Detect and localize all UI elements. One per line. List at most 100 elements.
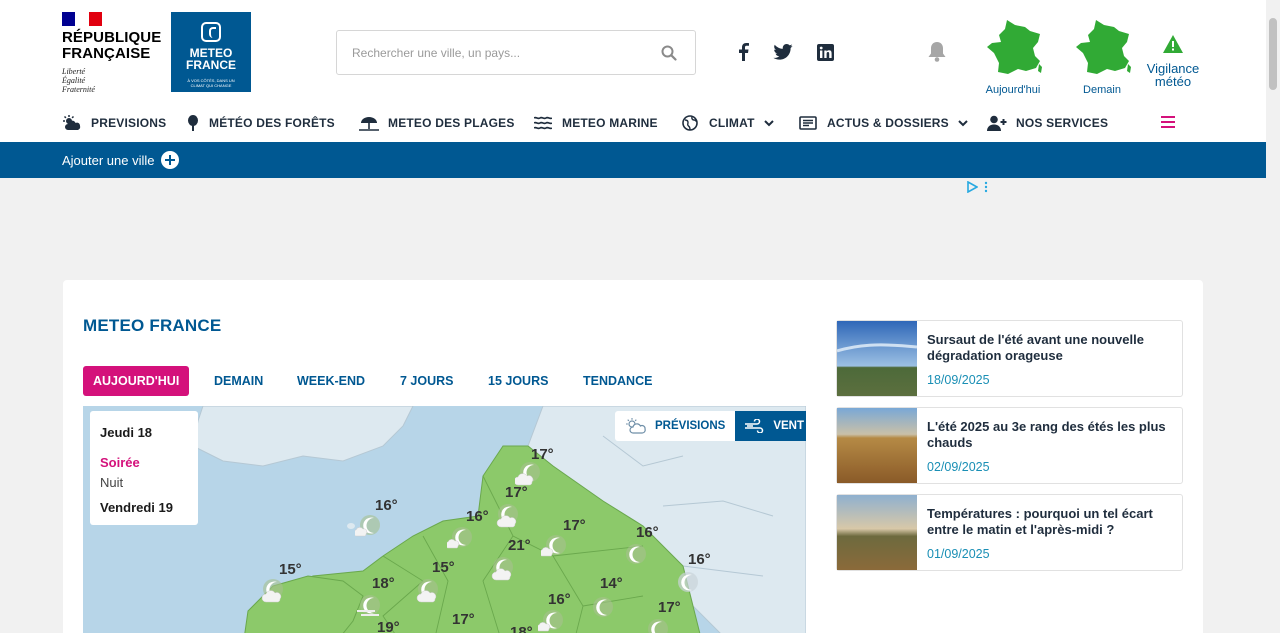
tab-15-jours[interactable]: 15 JOURS: [488, 366, 548, 396]
nav-item-meteo-forets[interactable]: MÉTÉO DES FORÊTS: [186, 104, 335, 142]
article-thumbnail: [837, 495, 917, 570]
chevron-down-icon: [958, 119, 968, 126]
moon-cloud-icon: [416, 579, 438, 603]
tab-aujourdhui[interactable]: AUJOURD'HUI: [83, 366, 190, 396]
map-temperature: 18°: [510, 624, 533, 633]
cloud-sun-icon: [626, 418, 646, 434]
france-map-icon: [1076, 20, 1131, 74]
forecast-card: METEO FRANCE AUJOURD'HUI DEMAIN WEEK-END…: [63, 280, 1203, 633]
moon-cloud-icon: [515, 462, 540, 486]
map-temperature: 19°: [377, 619, 400, 633]
moon-fog-icon: [357, 595, 380, 616]
article-card[interactable]: Sursaut de l'été avant une nouvelle dégr…: [836, 320, 1183, 397]
weather-icon: [62, 115, 82, 131]
rf-motto: Liberté Égalité Fraternité: [62, 67, 95, 94]
moon-icon: [593, 597, 613, 617]
map-temperature: 15°: [432, 559, 455, 576]
article-date: 18/09/2025: [927, 373, 990, 387]
tab-demain[interactable]: DEMAIN: [214, 366, 263, 396]
article-thumbnail: [837, 321, 917, 396]
plus-circle-icon: [160, 151, 179, 169]
search-input[interactable]: [337, 31, 647, 74]
news-icon: [798, 115, 818, 131]
scrollbar-thumb[interactable]: [1269, 18, 1277, 90]
moon-icon: [678, 572, 698, 592]
chevron-down-icon: [763, 119, 774, 126]
map-temperature: 17°: [658, 599, 681, 616]
facebook-icon[interactable]: [731, 40, 755, 64]
nav-item-actus-dossiers[interactable]: ACTUS & DOSSIERS: [798, 104, 968, 142]
wind-icon: [745, 419, 764, 433]
site-header: RÉPUBLIQUE FRANÇAISE Liberté Égalité Fra…: [0, 0, 1266, 104]
umbrella-icon: [359, 115, 379, 131]
article-date: 02/09/2025: [927, 460, 990, 474]
nav-item-meteo-marine[interactable]: METEO MARINE: [533, 104, 658, 142]
map-temperature: 17°: [452, 611, 475, 628]
nav-item-climat[interactable]: CLIMAT: [680, 104, 774, 142]
article-date: 01/09/2025: [927, 547, 990, 561]
linkedin-icon[interactable]: [813, 40, 837, 64]
main-nav: PREVISIONS MÉTÉO DES FORÊTS METEO DES PL…: [0, 104, 1266, 142]
map-temperature: 16°: [548, 591, 571, 608]
search-box[interactable]: [336, 30, 696, 75]
tab-week-end[interactable]: WEEK-END: [297, 366, 365, 396]
city-bar: Ajouter une ville: [0, 142, 1266, 178]
forecast-map[interactable]: Jeudi 18 Soirée Nuit Vendredi 19 PRÉVISI…: [83, 406, 806, 633]
map-temperature: 21°: [508, 537, 531, 554]
period-nuit[interactable]: Nuit: [100, 475, 198, 490]
notification-bell-icon[interactable]: [926, 40, 948, 64]
moon-cloud-icon: [541, 535, 566, 557]
search-icon[interactable]: [661, 45, 677, 61]
map-mode-toggle: PRÉVISIONS VENT: [615, 411, 806, 441]
meteo-france-symbol-icon: [201, 22, 221, 42]
page-scrollbar[interactable]: [1266, 0, 1280, 633]
previsions-toggle-button[interactable]: PRÉVISIONS: [615, 411, 736, 441]
user-plus-icon: [987, 115, 1007, 131]
vigilance-meteo-link[interactable]: Vigilance météo: [1140, 34, 1206, 88]
moon-cloud-icon: [355, 515, 380, 537]
article-thumbnail: [837, 408, 917, 483]
meteo-france-logo[interactable]: METEO FRANCE À VOS CÔTÉS, DANS UN CLIMAT …: [171, 12, 251, 92]
add-city-button[interactable]: Ajouter une ville: [62, 151, 179, 169]
vigilance-today-map[interactable]: Aujourd'hui: [978, 18, 1048, 96]
warning-icon: [1163, 35, 1183, 53]
map-temperature: 14°: [600, 575, 623, 592]
twitter-icon[interactable]: [771, 40, 795, 64]
vent-toggle-button[interactable]: VENT: [735, 411, 806, 441]
menu-hamburger-icon[interactable]: [1161, 116, 1175, 130]
page-title: METEO FRANCE: [83, 316, 222, 335]
day-label: Jeudi 18: [100, 425, 153, 440]
nav-item-previsions[interactable]: PREVISIONS: [62, 104, 166, 142]
article-card[interactable]: L'été 2025 au 3e rang des étés les plus …: [836, 407, 1183, 484]
tab-7-jours[interactable]: 7 JOURS: [400, 366, 454, 396]
moon-icon: [626, 544, 646, 564]
map-temperature: 16°: [688, 551, 711, 568]
moon-cloud-icon: [447, 527, 472, 549]
period-soiree[interactable]: Soirée: [100, 455, 198, 470]
map-temperature: 16°: [466, 508, 489, 525]
nav-item-nos-services[interactable]: NOS SERVICES: [987, 104, 1108, 142]
moon-cloud-icon: [261, 579, 283, 603]
map-temperature: 16°: [636, 524, 659, 541]
rf-name: RÉPUBLIQUE FRANÇAISE: [62, 29, 162, 62]
map-temperature: 17°: [563, 517, 586, 534]
france-map-icon: [987, 20, 1042, 74]
article-title: Sursaut de l'été avant une nouvelle dégr…: [927, 332, 1144, 363]
globe-icon: [680, 115, 700, 131]
article-card[interactable]: Températures : pourquoi un tel écart ent…: [836, 494, 1183, 571]
article-title: Températures : pourquoi un tel écart ent…: [927, 506, 1153, 537]
moon-cloud-icon: [496, 504, 518, 528]
tab-tendance[interactable]: TENDANCE: [583, 366, 652, 396]
map-temperature: 15°: [279, 561, 302, 578]
moon-cloud-icon: [491, 557, 513, 581]
ad-choices-icon[interactable]: [966, 181, 990, 193]
french-flag-icon: [62, 12, 102, 26]
vigilance-tomorrow-map[interactable]: Demain: [1067, 18, 1137, 96]
article-title: L'été 2025 au 3e rang des étés les plus …: [927, 419, 1166, 450]
moon-icon: [648, 619, 668, 633]
map-temperature: 18°: [372, 575, 395, 592]
day-label-next[interactable]: Vendredi 19: [100, 500, 198, 515]
moon-cloud-icon: [538, 610, 563, 632]
nav-item-meteo-plages[interactable]: METEO DES PLAGES: [359, 104, 515, 142]
republique-francaise-logo[interactable]: RÉPUBLIQUE FRANÇAISE Liberté Égalité Fra…: [62, 12, 162, 94]
